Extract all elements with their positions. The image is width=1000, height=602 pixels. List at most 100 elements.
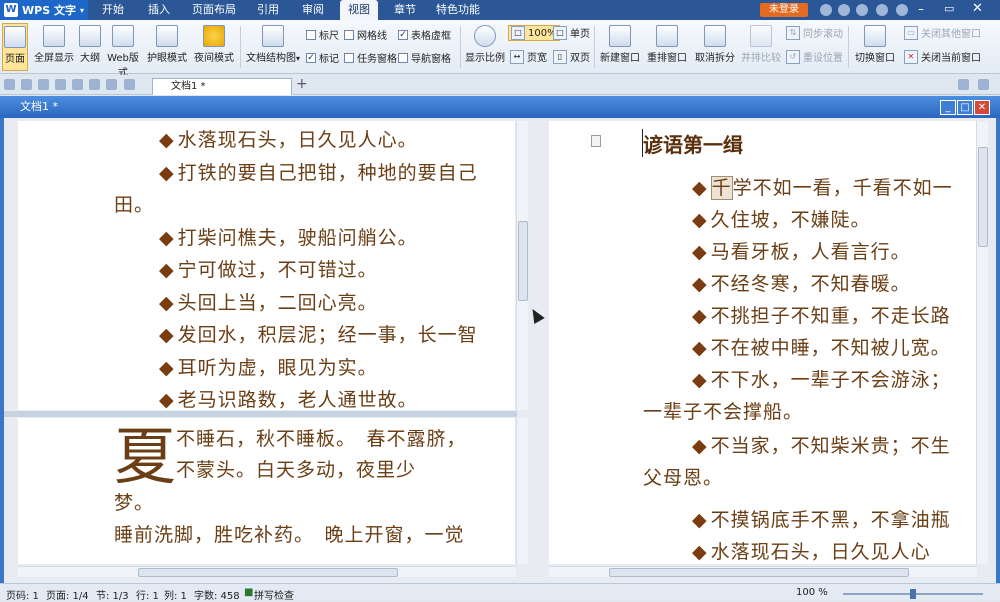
document-tab[interactable]: 文档1 * [152, 78, 292, 95]
side-by-side-label: 并排比较 [741, 53, 781, 64]
sync-scroll-button[interactable]: ⇅ 同步滚动 [786, 25, 843, 40]
text-line-content: 不下水，一辈子不会游泳； [710, 369, 951, 391]
tab-layout[interactable]: 页面布局 [188, 0, 240, 20]
tab-close-all-icon[interactable] [978, 79, 989, 90]
view-page-label: 页面 [5, 54, 25, 65]
quick-access-toolbar [0, 75, 1000, 95]
doc-minimize-button[interactable]: _ [940, 100, 956, 115]
menu-icon[interactable] [896, 4, 908, 16]
diamond-bullet-icon: ◆ [159, 324, 175, 346]
minimize-icon[interactable]: – [918, 2, 924, 16]
two-page-button[interactable]: ▯ 双页 [553, 49, 590, 64]
cancel-split-button[interactable]: 取消拆分 [692, 23, 738, 71]
new-window-button[interactable]: 新建窗口 [597, 23, 643, 71]
status-page: 页码: 1 [6, 591, 39, 602]
zoom-100-button[interactable]: □ 100% [508, 25, 560, 41]
right-pane[interactable]: 谚语第一缉 ◆ 千学不如一看，千看不如一 ◆ 久住坡，不嫌陡。 ◆ 马看牙板，人看言行。 ◆… [549, 121, 976, 564]
restore-icon[interactable]: ▭ [944, 2, 954, 15]
undo-icon[interactable] [89, 79, 100, 90]
doc-close-button[interactable]: ✕ [974, 100, 990, 115]
outline-button[interactable]: 大纲 [78, 23, 102, 71]
selected-character: 千 [710, 176, 733, 200]
tab-view[interactable]: 视图 [340, 0, 378, 20]
view-page-button[interactable]: 页面 [2, 23, 28, 71]
page-width-icon: ↔ [510, 49, 524, 64]
zoom-slider[interactable] [843, 589, 983, 599]
tab-references[interactable]: 引用 [251, 0, 285, 20]
tab-special[interactable]: 特色功能 [432, 0, 484, 20]
spellcheck-toggle[interactable]: 拼写检查 [254, 587, 294, 602]
tab-list-icon[interactable] [958, 79, 969, 90]
nav-pane-checkbox[interactable]: 导航窗格 [398, 50, 451, 65]
left-bottom-pane[interactable]: 夏 不睡石，秋不睡板。 春不露脐， 不蒙头。白天多动，夜里少 梦。 睡前洗脚，胜吃补药… [18, 418, 515, 564]
reset-position-button[interactable]: ↺ 重设位置 [786, 49, 843, 64]
single-page-button[interactable]: □ 单页 [553, 25, 590, 40]
shirt-icon[interactable] [856, 4, 868, 16]
tab-review[interactable]: 审阅 [296, 0, 330, 20]
doc-maximize-button[interactable]: □ [957, 100, 973, 115]
print-icon[interactable] [55, 79, 66, 90]
status-col: 列: 1 [164, 591, 187, 602]
new-tab-button[interactable]: + [296, 76, 308, 92]
task-pane-checkbox[interactable]: 任务窗格 [344, 50, 397, 65]
open-icon[interactable] [4, 79, 15, 90]
save-icon[interactable] [21, 79, 32, 90]
ruler-checkbox[interactable]: 标尺 [306, 27, 339, 42]
left-bottom-vscroll[interactable] [516, 418, 528, 564]
checkbox-icon [398, 52, 408, 63]
help-icon[interactable] [820, 4, 832, 16]
zoom-slider-thumb[interactable] [910, 589, 916, 599]
pdf-icon[interactable] [72, 79, 83, 90]
paragraph-marker-icon[interactable] [591, 135, 601, 147]
scroll-thumb[interactable] [518, 221, 528, 301]
right-vscroll[interactable] [976, 121, 988, 564]
fullscreen-label: 全屏显示 [34, 53, 74, 64]
tab-insert[interactable]: 插入 [142, 0, 176, 20]
markup-checkbox[interactable]: ✓ 标记 [306, 50, 339, 65]
scroll-thumb[interactable] [978, 147, 988, 247]
left-hscroll[interactable] [18, 566, 516, 577]
side-by-side-button[interactable]: 并排比较 [740, 23, 782, 71]
close-other-windows-button[interactable]: ▭ 关闭其他窗口 [904, 25, 981, 40]
web-layout-button[interactable]: Web版式 [104, 23, 142, 79]
diamond-bullet-icon: ◆ [692, 273, 708, 295]
arrange-window-button[interactable]: 重排窗口 [644, 23, 690, 71]
tab-start[interactable]: 开始 [96, 0, 130, 20]
left-top-vscroll[interactable] [516, 121, 528, 410]
table-gridlines-checkbox[interactable]: ✓ 表格虚框 [398, 27, 451, 42]
eye-mode-button[interactable]: 护眼模式 [144, 23, 190, 71]
login-button[interactable]: 未登录 [760, 3, 808, 17]
doc-structure-button[interactable]: 文档结构图▾ [244, 23, 302, 71]
gridlines-checkbox[interactable]: 网格线 [344, 27, 387, 42]
right-hscroll[interactable] [549, 566, 977, 577]
diamond-bullet-icon: ◆ [159, 226, 175, 249]
hscroll-thumb[interactable] [138, 568, 398, 577]
text-line-content: 宁可做过，不可错过。 [177, 259, 378, 281]
switch-window-button[interactable]: 切换窗口 [851, 23, 899, 71]
close-current-window-button[interactable]: ✕ 关闭当前窗口 [904, 49, 981, 64]
redo-icon[interactable] [106, 79, 117, 90]
close-icon[interactable]: ✕ [972, 1, 983, 16]
tab-chapter[interactable]: 章节 [388, 0, 422, 20]
switch-window-icon [864, 25, 886, 47]
app-menu-button[interactable]: W WPS 文字 ▾ [0, 0, 88, 20]
question-icon[interactable] [876, 4, 888, 16]
redo-dropdown-icon[interactable] [124, 79, 135, 90]
zoom-ratio-button[interactable]: 显示比例 [464, 23, 506, 71]
page-width-button[interactable]: ↔ 页宽 [510, 49, 547, 64]
split-bar[interactable] [4, 411, 517, 417]
night-mode-button[interactable]: 夜间模式 [191, 23, 237, 71]
doc-structure-icon [262, 25, 284, 47]
status-bar: 页码: 1 页面: 1/4 节: 1/3 行: 1 列: 1 字数: 458 ■… [0, 583, 1000, 602]
status-zoom[interactable]: 100 % [796, 587, 828, 598]
left-top-pane[interactable]: ◆ 水落现石头，日久见人心。 ◆ 打铁的要自己把钳，种地的要自己 田。 ◆ 打柴问樵夫，驶船… [18, 121, 515, 410]
close-other-icon: ▭ [904, 25, 918, 40]
hscroll-thumb[interactable] [609, 568, 909, 577]
print-preview-icon[interactable] [38, 79, 49, 90]
eye-protect-icon [156, 25, 178, 47]
diamond-bullet-icon: ◆ [159, 356, 175, 379]
text-line-content: 打铁的要自己把钳，种地的要自己 [177, 161, 478, 184]
skin-icon[interactable] [838, 4, 850, 16]
spellcheck-icon[interactable]: ■ [244, 587, 253, 598]
fullscreen-button[interactable]: 全屏显示 [32, 23, 76, 71]
